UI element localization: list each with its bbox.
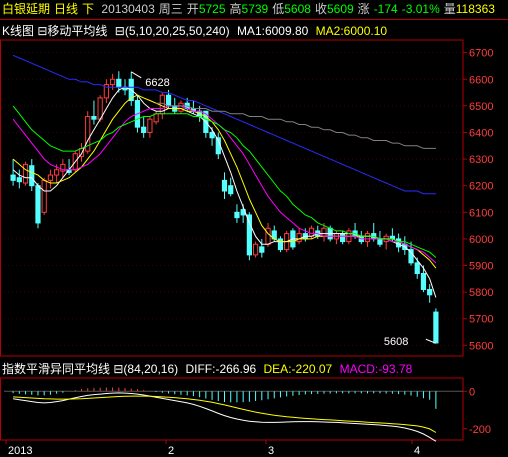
- candle-body: [47, 174, 54, 181]
- kline-indicator-bar: K线图 ⊟移动平均线 ⊟(5,10,20,25,50,240) MA1:6009…: [2, 22, 387, 40]
- low-label: 低: [272, 2, 285, 16]
- candle-body: [420, 273, 427, 290]
- x-axis: 2013 2 3 4: [5, 440, 420, 457]
- annotation-low: 5608: [384, 336, 408, 348]
- candle-body: [109, 78, 116, 86]
- candle-body: [414, 262, 420, 275]
- kline-y-tick-label: 6500: [469, 101, 493, 113]
- macd-y-tick-label: -200: [469, 424, 491, 436]
- candle-body: [41, 179, 47, 213]
- kline-y-tick-label: 6300: [469, 154, 493, 166]
- extra-label: 下: [82, 2, 95, 16]
- instrument-name[interactable]: 白银延期: [2, 2, 50, 16]
- candle-body: [141, 126, 147, 133]
- candle-body: [377, 238, 383, 245]
- candle-body: [165, 94, 172, 107]
- candle-body: [10, 174, 16, 181]
- ma1-value: MA1:6009.80: [236, 24, 309, 38]
- quote-date: 20130403: [101, 2, 155, 16]
- kline-y-tick-label: 6100: [469, 207, 493, 219]
- candle-body: [433, 311, 439, 344]
- candle-body: [16, 177, 22, 183]
- candles: [10, 71, 439, 344]
- candle-body: [296, 233, 302, 243]
- indicator-params[interactable]: (5,10,20,25,50,240): [125, 24, 230, 38]
- kline-y-tick-label: 6700: [469, 48, 493, 60]
- dea-value: DEA:-220.07: [263, 362, 333, 376]
- open-value: 5725: [198, 2, 226, 16]
- candle-body: [29, 165, 35, 187]
- quote-header: 白银延期 日线下 20130403 周三 开5725 高5739 低5608 收5609 涨 -…: [2, 0, 495, 18]
- low-value: 5608: [284, 2, 311, 16]
- macd-frame: [0, 377, 464, 441]
- candle-body: [259, 246, 265, 253]
- candle-body: [234, 211, 240, 219]
- candle-body: [265, 227, 271, 245]
- volume-value: 118363: [455, 2, 495, 16]
- macd-bars: [12, 387, 437, 409]
- indicator-param-icon[interactable]: ⊟: [115, 24, 125, 38]
- kline-y-tick-label: 6400: [469, 127, 493, 139]
- candle-body: [246, 214, 252, 256]
- candle-body: [178, 102, 184, 112]
- candle-body: [364, 233, 371, 243]
- candle-body: [221, 179, 228, 192]
- candle-body: [395, 238, 402, 248]
- x-tick-label: 2: [168, 445, 174, 457]
- kline-frame: [0, 39, 464, 357]
- annotation-high-line: [130, 71, 142, 79]
- x-tick-label: 3: [268, 445, 274, 457]
- candle-body: [340, 233, 346, 243]
- macd-y-axis: 0 -200: [463, 386, 491, 436]
- candle-body: [153, 113, 159, 123]
- ma-line-ma6: [156, 102, 436, 149]
- change-pct: -3.01%: [401, 2, 440, 16]
- macd-title[interactable]: 指数平滑异同平均线: [2, 362, 110, 376]
- high-value: 5739: [241, 2, 269, 16]
- indicator-toggle-icon[interactable]: ⊟: [37, 24, 47, 38]
- kline-y-tick-label: 6000: [469, 234, 493, 246]
- change-label: 涨: [357, 2, 370, 16]
- candle-body: [308, 227, 315, 237]
- close-value: 5609: [326, 2, 354, 16]
- kline-title[interactable]: K线图: [2, 24, 34, 38]
- high-label: 高: [229, 2, 242, 16]
- kline-y-tick-label: 5800: [469, 287, 493, 299]
- macd-param-icon[interactable]: ⊟: [113, 362, 123, 376]
- kline-y-tick-label: 6200: [469, 181, 493, 193]
- quote-weekday: 周三: [158, 2, 183, 16]
- ma2-value: MA2:6000.10: [315, 24, 388, 38]
- macd-params[interactable]: (84,20,16): [123, 362, 178, 376]
- x-tick-label: 4: [414, 445, 420, 457]
- candle-body: [228, 185, 234, 195]
- candle-body: [252, 243, 259, 256]
- kline-y-tick-label: 5900: [469, 261, 493, 273]
- x-tick-label: 2013: [8, 445, 32, 457]
- close-label: 收: [314, 2, 327, 16]
- change-value: -174: [373, 2, 398, 16]
- candle-body: [35, 185, 41, 224]
- chart-canvas: 5600 5700 5800 5900 6000 6100 6200 6300 6400 6500…: [0, 19, 508, 457]
- macd-value: MACD:-93.78: [339, 362, 413, 376]
- kline-y-tick-label: 5700: [469, 314, 493, 326]
- candle-body: [22, 163, 29, 184]
- candle-body: [321, 227, 327, 237]
- diff-value: DIFF:-266.96: [185, 362, 257, 376]
- candle-body: [91, 116, 97, 120]
- macd-indicator-bar: 指数平滑异同平均线 ⊟(84,20,16) DIFF:-266.96 DEA:-…: [2, 360, 412, 378]
- kline-y-axis: 5600 5700 5800 5900 6000 6100 6200 6300 6400 6500…: [4, 48, 493, 352]
- open-label: 开: [186, 2, 199, 16]
- candle-body: [147, 118, 153, 133]
- indicator-name[interactable]: 移动平均线: [47, 24, 107, 38]
- volume-label: 量: [443, 2, 456, 16]
- candle-body: [427, 288, 433, 296]
- candle-body: [116, 78, 122, 88]
- candle-body: [54, 169, 60, 176]
- kline-y-tick-label: 6600: [469, 74, 493, 86]
- annotation-high: 6628: [145, 77, 169, 89]
- macd-y-tick-label: 0: [469, 386, 475, 398]
- period-label[interactable]: 日线: [54, 2, 78, 16]
- kline-y-tick-label: 5600: [469, 340, 493, 352]
